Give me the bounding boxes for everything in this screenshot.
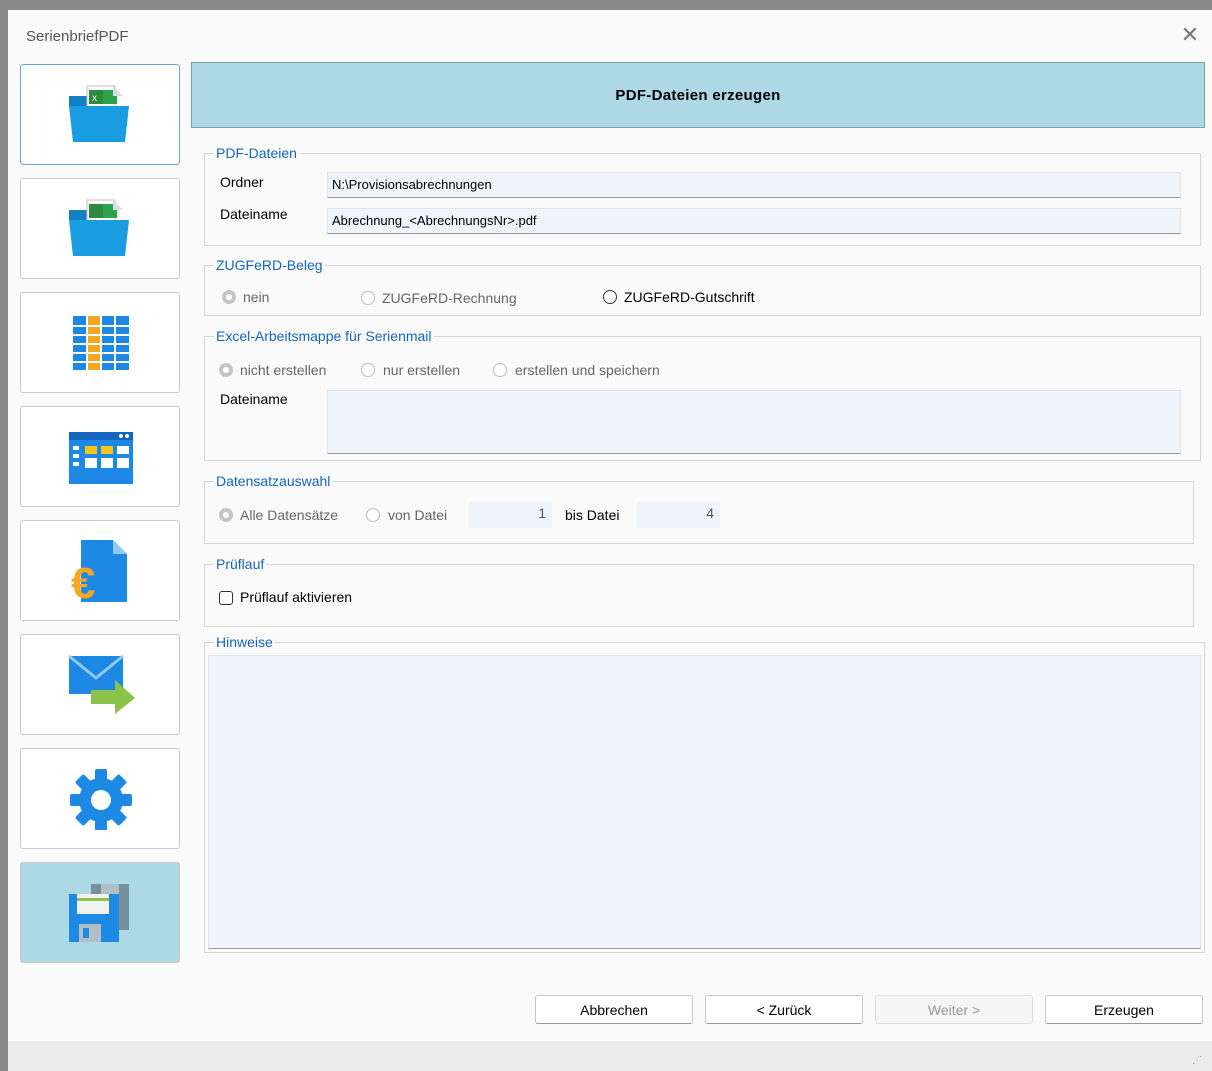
create-button[interactable]: Erzeugen (1045, 995, 1203, 1024)
sidebar-item-excel-data[interactable] (20, 178, 180, 279)
from-file-label: von Datei (388, 507, 448, 523)
excel-erstellen-speichern-label: erstellen und speichern (515, 362, 660, 378)
table-window-icon (69, 432, 133, 484)
to-file-label: bis Datei (565, 507, 620, 523)
back-button[interactable]: < Zurück (705, 995, 863, 1024)
record-selection-legend: Datensatzauswahl (214, 473, 333, 489)
zugferd-gutschrift-radio[interactable] (603, 290, 617, 304)
excel-nur-erstellen-radio[interactable] (361, 363, 375, 377)
filename-label: Dateiname (220, 206, 288, 222)
status-bar (8, 1041, 1212, 1071)
test-run-group (204, 564, 1194, 627)
svg-text:x: x (92, 93, 97, 104)
sidebar-item-mail[interactable] (20, 634, 180, 735)
test-run-label: Prüflauf aktivieren (240, 589, 353, 605)
euro-document-icon: € (71, 540, 127, 602)
page-title: PDF-Dateien erzeugen (191, 62, 1205, 128)
screen-bezel-top (0, 0, 1212, 10)
excel-filename-input[interactable] (327, 390, 1181, 454)
test-run-checkbox[interactable] (219, 591, 233, 605)
test-run-legend: Prüflauf (214, 556, 267, 572)
excel-folder-icon (69, 199, 129, 256)
floppy-save-icon (69, 884, 129, 942)
sidebar-item-create-pdf[interactable] (20, 862, 180, 963)
zugferd-rechnung-label: ZUGFeRD-Rechnung (382, 290, 517, 306)
folder-input[interactable]: N:\Provisionsabrechnungen (327, 172, 1181, 198)
all-records-label: Alle Datensätze (240, 507, 339, 523)
from-file-radio[interactable] (366, 508, 380, 522)
zugferd-legend: ZUGFeRD-Beleg (214, 257, 325, 273)
folder-label: Ordner (220, 174, 264, 190)
notes-legend: Hinweise (214, 634, 275, 650)
window-title: SerienbriefPDF (26, 28, 129, 45)
notes-textarea[interactable] (208, 655, 1201, 949)
zugferd-rechnung-radio[interactable] (361, 291, 375, 305)
next-button[interactable]: Weiter > (875, 995, 1033, 1024)
excel-folder-icon: x (69, 85, 129, 142)
excel-filename-label: Dateiname (220, 391, 288, 407)
excel-nicht-erstellen-radio[interactable] (219, 363, 233, 377)
spreadsheet-grid-icon (73, 316, 129, 370)
screen-bezel-left (0, 0, 8, 1071)
cancel-button[interactable]: Abbrechen (535, 995, 693, 1024)
excel-nicht-erstellen-label: nicht erstellen (240, 362, 327, 378)
sidebar-item-invoice[interactable]: € (20, 520, 180, 621)
excel-erstellen-speichern-radio[interactable] (493, 363, 507, 377)
resize-grip-icon[interactable]: ⋰ (1192, 1055, 1202, 1066)
sidebar-item-settings[interactable] (20, 748, 180, 849)
svg-text:€: € (71, 559, 95, 602)
sidebar-item-table-window[interactable] (20, 406, 180, 507)
zugferd-nein-radio[interactable] (222, 290, 236, 304)
sidebar-item-spreadsheet[interactable] (20, 292, 180, 393)
filename-input[interactable]: Abrechnung_<AbrechnungsNr>.pdf (327, 208, 1181, 234)
pdf-files-legend: PDF-Dateien (214, 145, 299, 161)
all-records-radio[interactable] (219, 508, 233, 522)
to-file-input[interactable]: 4 (637, 502, 720, 528)
mail-forward-icon (68, 654, 135, 714)
zugferd-nein-label: nein (243, 289, 270, 305)
from-file-input[interactable]: 1 (469, 502, 552, 528)
excel-nur-erstellen-label: nur erstellen (383, 362, 461, 378)
gear-icon (70, 769, 132, 830)
excel-workbook-legend: Excel-Arbeitsmappe für Serienmail (214, 328, 434, 344)
sidebar-item-excel-source[interactable]: x (20, 64, 180, 165)
zugferd-gutschrift-label: ZUGFeRD-Gutschrift (624, 289, 755, 305)
close-icon[interactable]: ✕ (1180, 24, 1200, 46)
